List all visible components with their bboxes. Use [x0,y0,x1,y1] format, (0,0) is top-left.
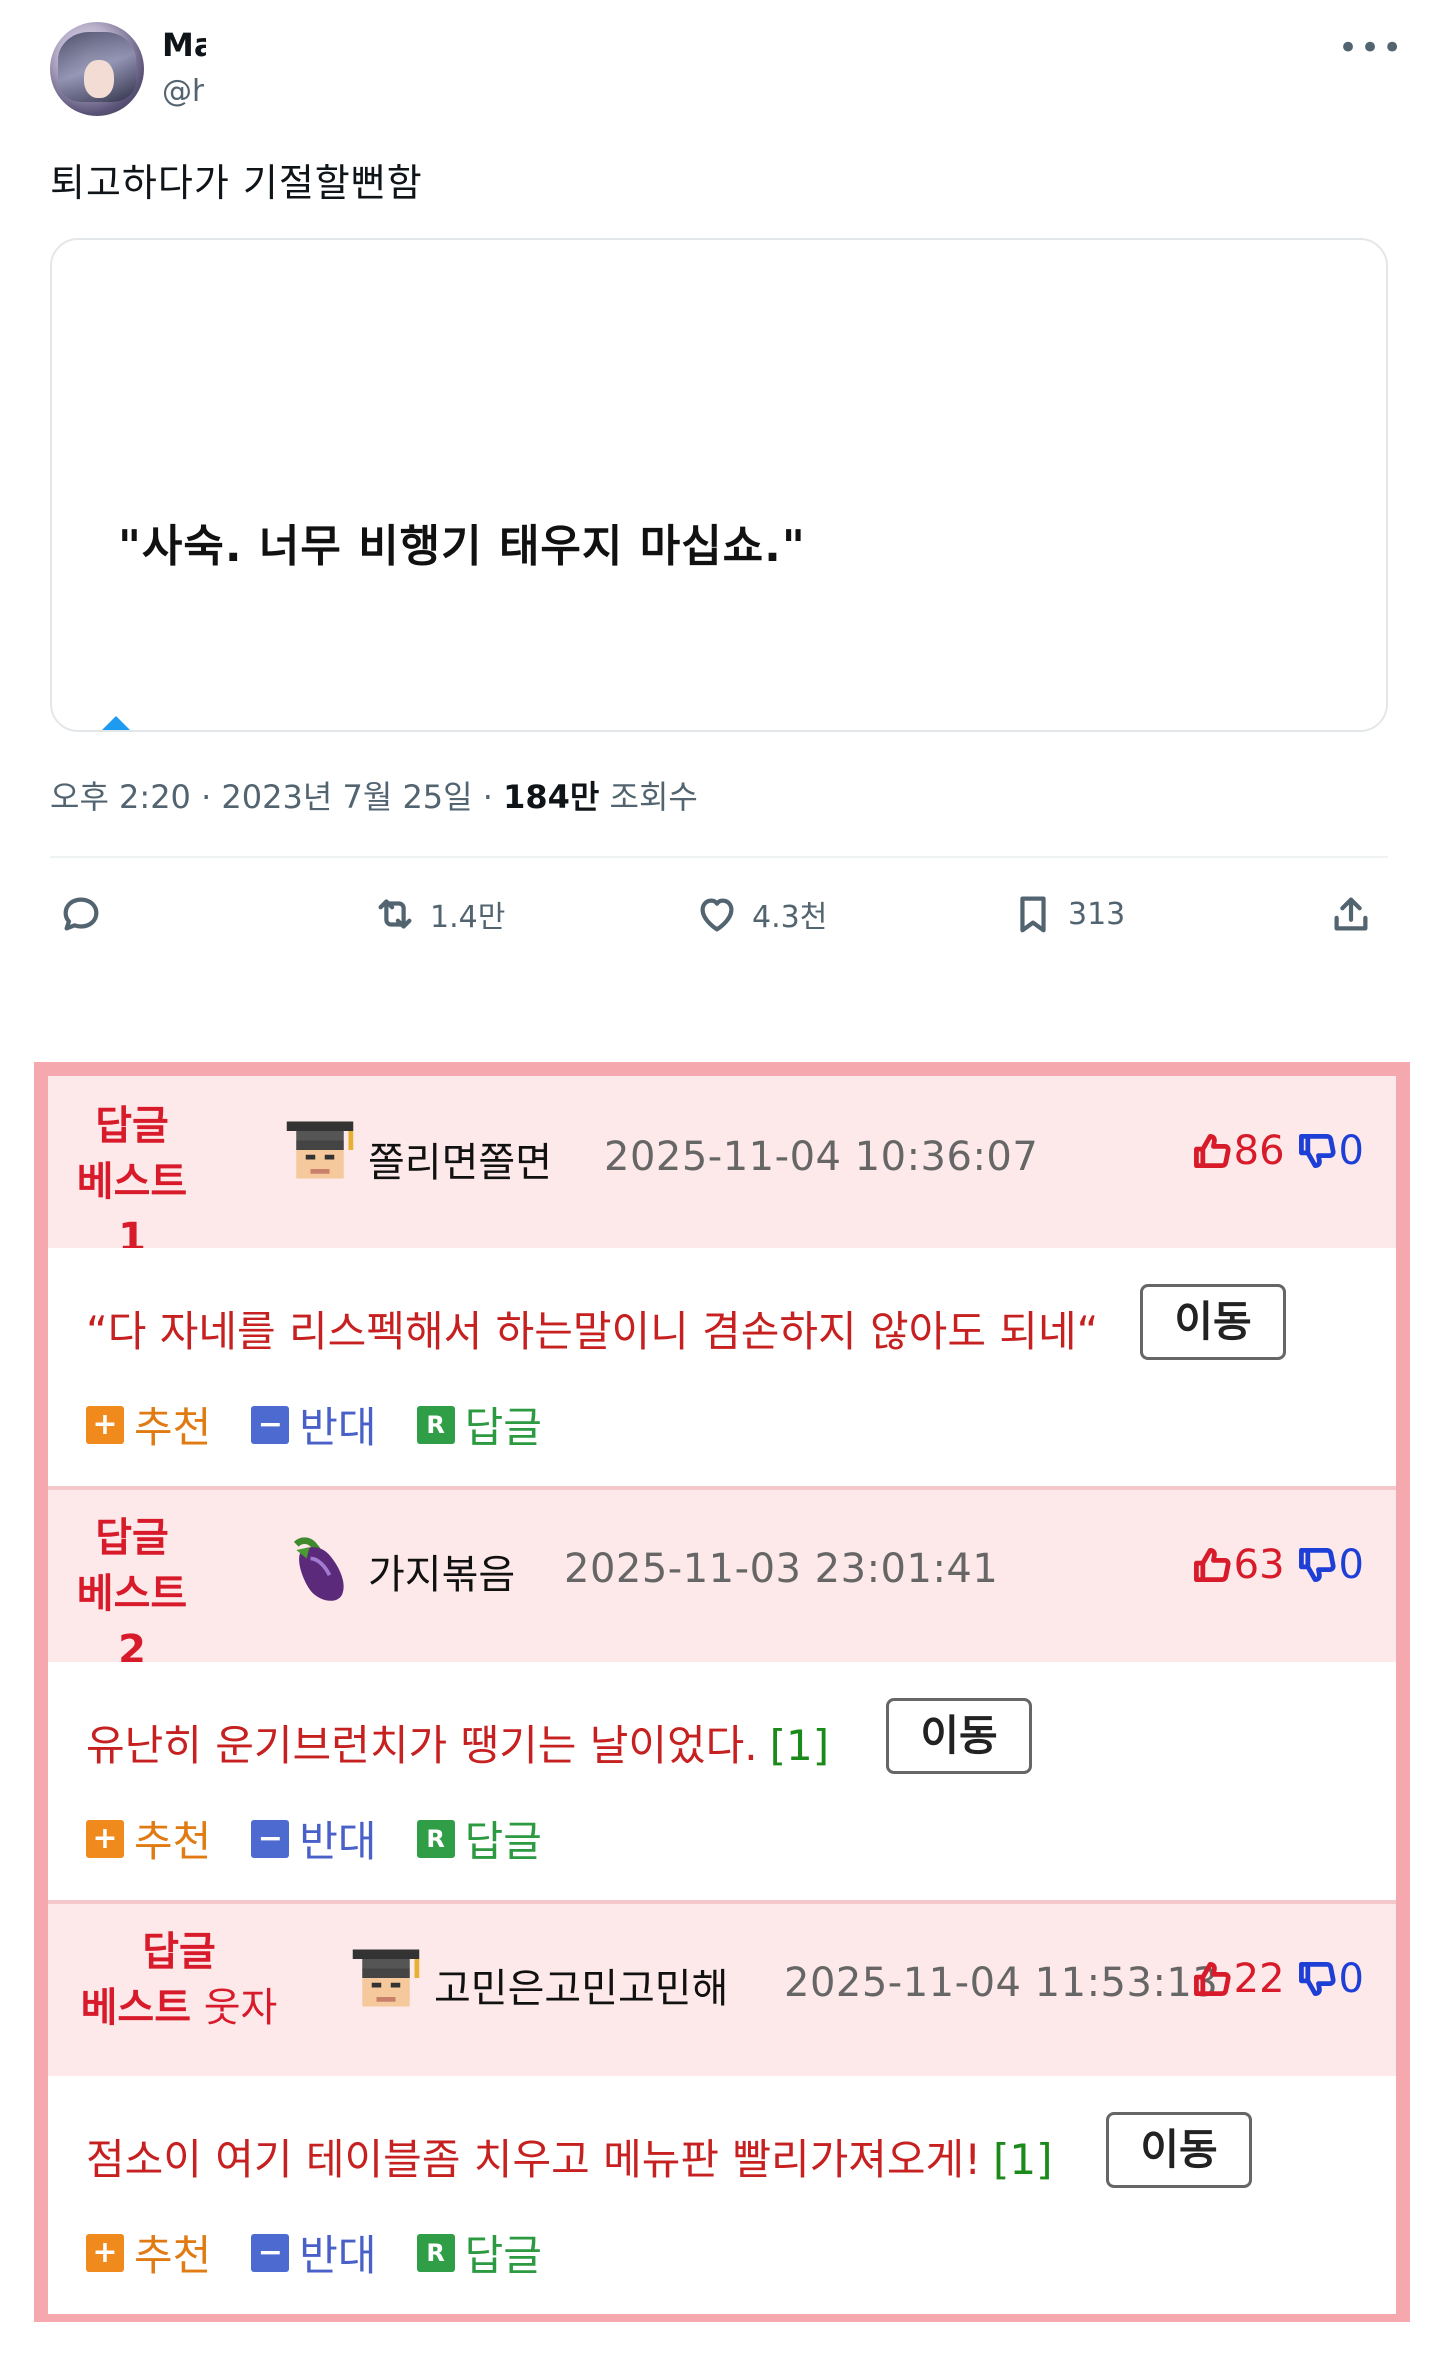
avatar[interactable] [50,22,144,116]
graduate-icon [352,1949,420,2007]
comment-date: 2025-11-03 23:01:41 [564,1546,999,1592]
media-card[interactable]: "사숙. 너무 비행기 태우지 마십쇼." [50,238,1388,732]
move-button[interactable]: 이동 [1106,2112,1252,2188]
up-vote-count: 86 [1233,1128,1285,1174]
reply-count[interactable]: [1] [770,1721,830,1770]
recommend-button[interactable]: + 추천 [86,1808,211,1869]
reply-r-icon: R [416,1819,455,1858]
oppose-button[interactable]: − 반대 [251,1808,377,1869]
comment-actions: + 추천 − 반대 R 답글 [86,1394,582,1455]
plus-icon: + [86,1819,124,1858]
comment-text: 유난히 운기브런치가 땡기는 날이었다. [1] [86,1721,830,1770]
tweet: Ma @h ••• 퇴고하다가 기절할뻔함 "사숙. 너무 비행기 태우지 마십… [0,0,1440,1020]
minus-icon: − [251,1819,290,1858]
media-caption: "사숙. 너무 비행기 태우지 마십쇼." [118,521,806,572]
up-vote-count: 63 [1233,1542,1285,1588]
reply-comment-button[interactable]: R 답글 [416,1394,542,1455]
comment-actions: + 추천 − 반대 R 답글 [86,2222,582,2283]
reply-comment-button[interactable]: R 답글 [416,1808,542,1869]
best-badge: 답글 베스트2 [76,1515,188,1673]
retweet-button[interactable]: 1.4만 [372,882,505,946]
best-badge: 답글 베스트 웃자 [80,1929,278,2031]
recommend-button[interactable]: + 추천 [86,2222,211,2283]
share-button[interactable] [1328,882,1374,946]
tweet-text: 퇴고하다가 기절할뻔함 [50,161,423,205]
nickname[interactable]: 쫄리면쫄면 [368,1130,552,1188]
up-vote-count: 22 [1233,1956,1285,2002]
retweet-count: 1.4만 [430,900,506,935]
tweet-meta: 오후 2:20 · 2023년 7월 25일 · 184만 조회수 [50,772,698,818]
vote-counts: 22 0 [1190,1956,1364,2002]
comment-date: 2025-11-04 10:36:07 [604,1134,1039,1180]
bookmark-count: 313 [1068,896,1126,932]
thumbs-down-icon [1298,1547,1336,1583]
comment-header: 답글 베스트1 쫄리면쫄면 2025-11-04 10:36:07 86 0 [48,1076,1396,1261]
comment-actions: + 추천 − 반대 R 답글 [86,1808,582,1869]
oppose-button[interactable]: − 반대 [251,1394,377,1455]
thumbs-down-icon [1298,1133,1336,1169]
best-comments-panel: 답글 베스트1 쫄리면쫄면 2025-11-04 10:36:07 86 0 “… [34,1062,1410,2322]
like-button[interactable]: 4.3천 [694,882,827,946]
reply-icon [63,897,99,931]
nickname[interactable]: 가지볶음 [368,1542,515,1600]
thumbs-up-icon [1193,1547,1231,1583]
plus-icon: + [86,2233,124,2272]
plus-icon: + [86,1405,124,1444]
comment-text: 점소이 여기 테이블좀 치우고 메뉴판 빨리가져오게! [1] [86,2135,1053,2184]
graduate-icon [286,1121,354,1179]
heart-icon [700,898,734,932]
divider [50,856,1388,858]
author-name[interactable]: Ma [162,26,206,64]
author-handle[interactable]: @h [162,74,204,109]
move-button[interactable]: 이동 [886,1698,1032,1774]
down-vote-count: 0 [1338,1956,1364,2002]
minus-icon: − [251,1405,290,1444]
minus-icon: − [251,2233,290,2272]
oppose-button[interactable]: − 반대 [251,2222,377,2283]
eggplant-icon [293,1537,344,1601]
recommend-button[interactable]: + 추천 [86,1394,211,1455]
comment-header: 답글 베스트 웃자 고민은고민고민해 2025-11-04 11:53:13 2… [48,1904,1396,2076]
reply-r-icon: R [416,2233,455,2272]
comment-header: 답글 베스트2 가지볶음 2025-11-03 23:01:41 63 0 [48,1490,1396,1673]
thumbs-down-icon [1298,1961,1336,1997]
comment-text: “다 자네를 리스펙해서 하는말이니 겸손하지 않아도 되네“ [86,1307,1099,1356]
reply-count[interactable]: [1] [993,2135,1053,2184]
comment-body: 점소이 여기 테이블좀 치우고 메뉴판 빨리가져오게! [1] 이동 + 추천 − 반… [48,2076,1396,2314]
media-indicator [100,716,132,730]
move-button[interactable]: 이동 [1140,1284,1286,1360]
share-icon [1334,897,1368,931]
best-badge: 답글 베스트1 [76,1103,188,1261]
down-vote-count: 0 [1338,1542,1364,1588]
comment-date: 2025-11-04 11:53:13 [784,1960,1219,2006]
comment-body: 유난히 운기브런치가 땡기는 날이었다. [1] 이동 + 추천 − 반대 R 답글 [48,1662,1396,1900]
thumbs-up-icon [1193,1133,1231,1169]
like-count: 4.3천 [752,900,828,935]
vote-counts: 86 0 [1190,1128,1364,1174]
thumbs-up-icon [1193,1961,1231,1997]
view-count: 184만 [503,778,600,816]
reply-comment-button[interactable]: R 답글 [416,2222,542,2283]
comment-body: “다 자네를 리스펙해서 하는말이니 겸손하지 않아도 되네“ 이동 + 추천 −… [48,1248,1396,1486]
retweet-icon [378,899,412,929]
bookmark-button[interactable]: 313 [1010,882,1125,946]
nickname[interactable]: 고민은고민고민해 [434,1956,728,2014]
tweet-timestamp[interactable]: 오후 2:20 · 2023년 7월 25일 · [50,778,503,816]
view-count-label: 조회수 [599,778,698,816]
more-horizontal-icon[interactable]: ••• [1338,28,1402,68]
reply-button[interactable] [58,882,104,946]
reply-r-icon: R [416,1405,455,1444]
bookmark-icon [1020,896,1046,933]
vote-counts: 63 0 [1190,1542,1364,1588]
down-vote-count: 0 [1338,1128,1364,1174]
